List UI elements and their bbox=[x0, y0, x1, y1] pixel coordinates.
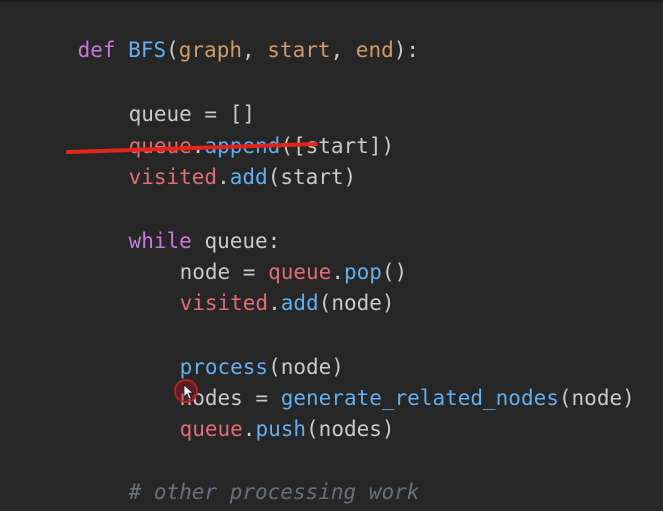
code-line-visited-add-node: visited.add(node) bbox=[179, 291, 395, 315]
code-line-ellipsis: ... bbox=[78, 482, 167, 510]
code-line-queue-append: queue.append([start]) bbox=[128, 134, 395, 158]
top-border bbox=[0, 0, 663, 2]
code-line-def: def BFS(graph, start, end): bbox=[77, 38, 420, 62]
code-line-process: process(node) bbox=[179, 355, 344, 379]
code-line-generate-related: nodes = generate_related_nodes(node) bbox=[179, 386, 635, 410]
function-name: BFS bbox=[128, 38, 167, 62]
code-line-while: while queue: bbox=[128, 229, 281, 253]
param-graph: graph bbox=[178, 38, 242, 62]
code-line-queue-init: queue = [] bbox=[128, 102, 256, 126]
param-end: end bbox=[355, 38, 394, 62]
code-line-queue-push: queue.push(nodes) bbox=[179, 417, 395, 441]
code-editor[interactable]: def BFS(graph, start, end): queue = [] q… bbox=[0, 0, 663, 511]
keyword-def: def bbox=[77, 38, 116, 62]
code-line-visited-add-start: visited.add(start) bbox=[128, 165, 357, 189]
code-line-comment: # other processing work bbox=[128, 480, 420, 504]
code-line-node-pop: node = queue.pop() bbox=[179, 260, 408, 284]
param-start: start bbox=[267, 38, 331, 62]
